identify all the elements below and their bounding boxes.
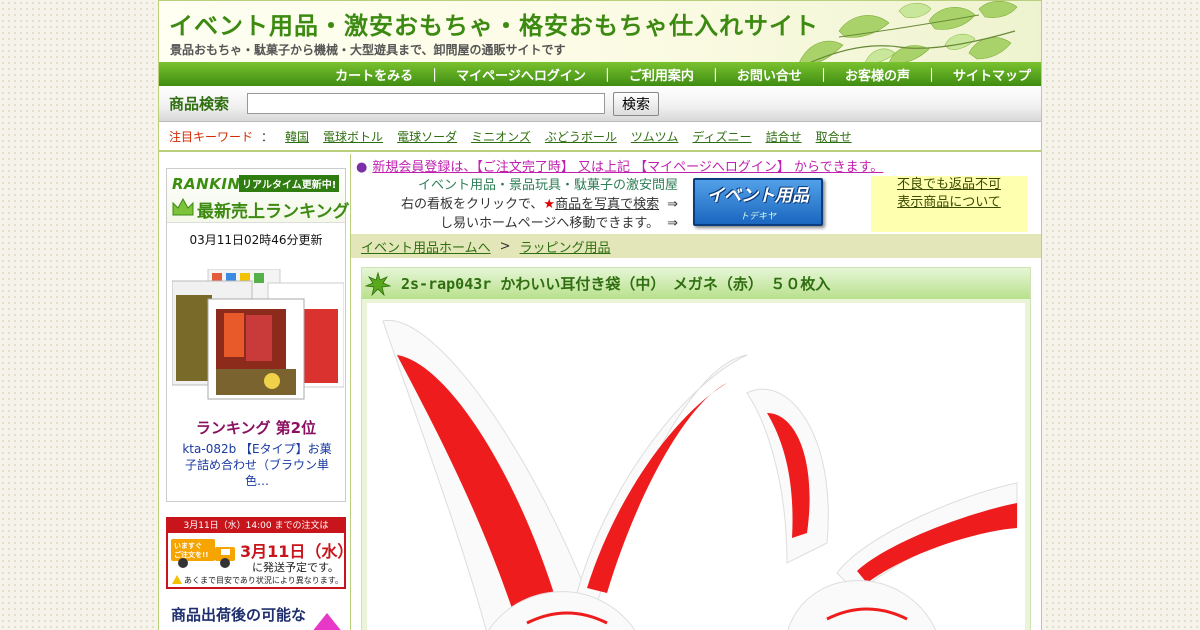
shipping-footnote-text: あくまで目安であり状況により異なります。 [184,576,343,585]
ranking-position: ランキング 第2位 [195,419,317,437]
no-returns-link[interactable]: 不良でも返品不可 [871,176,1027,194]
site-header: イベント用品・激安おもちゃ・格安おもちゃ仕入れサイト 景品おもちゃ・駄菓子から機… [159,0,1041,62]
arrow-right-icon: ⇒ [667,197,678,212]
keyword-link[interactable]: 詰合せ [766,128,802,145]
nav-cart[interactable]: カートをみる [335,65,413,84]
leaf-icon [365,271,391,296]
warning-icon [172,575,182,584]
nav-separator: ｜ [816,68,830,84]
breadcrumb-category[interactable]: ラッピング用品 [520,237,611,256]
main-content: ● 新規会員登録は、【ご注文完了時】 又は上記 【マイページへログイン】 からでき… [351,154,1041,630]
truck-icon: いますぐ ご注文を!! [171,539,235,568]
signup-notice: ● 新規会員登録は、【ご注文完了時】 又は上記 【マイページへログイン】 からでき… [356,156,883,175]
shipping-deadline: 3月11日（水）14:00 までの注文は [168,519,344,533]
shipping-footnote: あくまで目安であり状況により異なります。 [172,575,343,586]
nav-separator: ｜ [428,68,442,84]
star-icon: ★ [543,197,556,212]
ranking-updated-time: 03月11日02時46分更新 [189,233,323,247]
nav-separator: ｜ [600,68,614,84]
ivy-leaves-decoration [799,1,1018,62]
search-label: 商品検索 [169,95,230,113]
nav-contact[interactable]: お問い合せ [737,65,802,84]
promo-line-3: し易いホームページへ移動できます。 ⇒ [356,214,678,233]
keyword-link[interactable]: ツムツム [631,128,679,145]
signup-notice-link[interactable]: 新規会員登録は、【ご注文完了時】 又は上記 【マイページへログイン】 からできま… [372,160,883,175]
global-nav: カートをみる ｜ マイページへログイン ｜ ご利用案内 ｜ お問い合せ ｜ お客… [159,62,1041,86]
keywords-colon: ： [261,129,274,144]
site-title[interactable]: イベント用品・激安おもちゃ・格安おもちゃ仕入れサイト [169,6,819,41]
after-ship-heading[interactable]: 商品出荷後の可能な [171,604,306,625]
featured-keywords: 注目キーワード ： 韓国 電球ボトル 電球ソーダ ミニオンズ ぶどうボール ツム… [159,122,1041,152]
nav-separator: ｜ [924,68,938,84]
truck-text-2: ご注文を!! [174,550,208,559]
realtime-badge: リアルタイム更新中! [239,175,340,192]
photo-search-link[interactable]: 商品を写真で検索 [555,197,659,212]
product-title: 2s-rap043r かわいい耳付き袋（中） メガネ（赤） ５０枚入 [401,275,831,293]
keyword-link[interactable]: ぶどうボール [545,128,617,145]
search-button[interactable]: 検索 [613,91,659,116]
bunny-bag-illustration [382,319,1018,630]
keyword-link[interactable]: 韓国 [285,128,309,145]
displayed-products-link[interactable]: 表示商品について [871,194,1027,212]
breadcrumb: イベント用品ホームへ > ラッピング用品 [351,234,1041,258]
keyword-link[interactable]: 電球ボトル [323,128,383,145]
shipping-estimate-box: 3月11日（水）14:00 までの注文は いますぐ ご注文を!! 3月11日（水… [166,517,353,589]
notice-bullet: ● [356,160,368,175]
keyword-link[interactable]: ディズニー [692,128,751,145]
arrow-icon [313,613,341,630]
search-input[interactable] [247,93,605,114]
left-sidebar: RANKING! リアルタイム更新中! 最新売上ランキング 03月11日02時4… [159,154,353,630]
returns-notice: 不良でも返品不可 表示商品について [871,176,1027,232]
promo-line-2: 右の看板をクリックで、★商品を写真で検索 ⇒ [356,195,678,214]
nav-guide[interactable]: ご利用案内 [629,65,694,84]
site-subtitle: 景品おもちゃ・駄菓子から機械・大型遊具まで、卸問屋の通販サイトです [170,43,566,57]
nav-customer-voice[interactable]: お客様の声 [845,65,910,84]
ranking-banner[interactable]: RANKING! リアルタイム更新中! 最新売上ランキング [167,169,350,223]
ranking-banner-jp: 最新売上ランキング [197,202,350,222]
promo-area: イベント用品・景品玩具・駄菓子の激安問屋 右の看板をクリックで、★商品を写真で検… [356,176,1036,234]
banner-main-text: イベント用品 [707,186,809,206]
arrow-right-icon: ⇒ [667,216,678,231]
keyword-link[interactable]: 取合せ [816,128,852,145]
banner-sub-text: トデキヤ [739,212,776,222]
ranking-box: RANKING! リアルタイム更新中! 最新売上ランキング 03月11日02時4… [166,168,350,502]
promo-line-1: イベント用品・景品玩具・駄菓子の激安問屋 [417,178,678,193]
product-main-image[interactable] [367,303,1025,630]
search-bar: 商品検索 検索 [159,86,1041,122]
promo-text: イベント用品・景品玩具・駄菓子の激安問屋 右の看板をクリックで、★商品を写真で検… [356,176,678,233]
truck-text-1: いますぐ [174,541,202,550]
ranking-product-image[interactable] [172,269,344,407]
nav-separator: ｜ [708,68,722,84]
product-panel: 2s-rap043r かわいい耳付き袋（中） メガネ（赤） ５０枚入 [361,267,1031,630]
product-title-bar: 2s-rap043r かわいい耳付き袋（中） メガネ（赤） ５０枚入 [362,268,1030,299]
page: イベント用品・激安おもちゃ・格安おもちゃ仕入れサイト 景品おもちゃ・駄菓子から機… [158,0,1042,630]
keywords-label: 注目キーワード [169,129,254,144]
keyword-link[interactable]: ミニオンズ [471,128,531,145]
main-columns: RANKING! リアルタイム更新中! 最新売上ランキング 03月11日02時4… [159,154,1041,630]
keyword-link[interactable]: 電球ソーダ [397,128,457,145]
crown-icon [172,197,194,216]
promo-line-2-prefix: 右の看板をクリックで、 [400,197,544,212]
event-goods-banner[interactable]: イベント用品 トデキヤ [693,178,823,226]
ranking-product-link[interactable]: kta-082b 【Eタイプ】お菓子詰め合わせ（ブラウン単色… [177,441,337,489]
breadcrumb-home[interactable]: イベント用品ホームへ [361,237,491,256]
promo-line-3-text: し易いホームページへ移動できます。 [440,216,660,231]
nav-mypage-login[interactable]: マイページへログイン [456,65,586,84]
nav-sitemap[interactable]: サイトマップ [953,65,1031,84]
shipping-note: に発送予定です。 [252,561,339,574]
breadcrumb-separator: > [499,238,511,254]
